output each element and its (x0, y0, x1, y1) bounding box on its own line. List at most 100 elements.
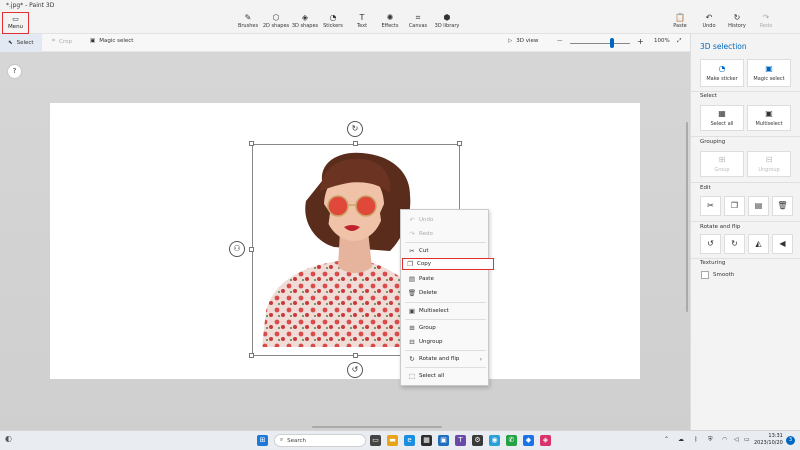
edge-browser-icon[interactable]: e (404, 435, 415, 446)
group-label: Group (714, 167, 730, 173)
resize-handle-bottom-left[interactable] (249, 353, 254, 358)
flip-horizontal-button[interactable]: ◭ (748, 234, 769, 254)
context-copy[interactable]: ❐ Copy (402, 258, 494, 270)
zoom-in-icon[interactable]: + (637, 37, 644, 46)
magic-select-tool[interactable]: ▣ Magic select (90, 38, 133, 44)
taskbar-search[interactable]: ⌕ Search (274, 434, 366, 447)
3d-rotate-icon[interactable]: ⚇ (229, 241, 245, 257)
task-view-icon[interactable]: ▭ (370, 435, 381, 446)
brush-icon: ✎ (244, 13, 252, 22)
context-item-label: Group (419, 325, 436, 331)
zoom-slider-thumb[interactable] (610, 38, 614, 48)
widgets-icon[interactable]: ◐ (5, 434, 12, 443)
context-menu: ↶ Undo ↷ Redo ✂ Cut ❐ Copy ▤ Paste 🗑 Del… (400, 209, 494, 386)
maps-icon[interactable]: ◆ (523, 435, 534, 446)
context-paste[interactable]: ▤ Paste (405, 273, 486, 285)
clock[interactable]: 13:31 2023/10/20 (754, 433, 783, 447)
wifi-icon[interactable]: ◠ (722, 436, 727, 443)
ungroup-label: Ungroup (758, 167, 780, 173)
group-icon: ⊞ (409, 324, 415, 332)
paint-3d-icon[interactable]: ◈ (540, 435, 551, 446)
flip-vertical-button[interactable]: ◀ (772, 234, 793, 254)
speaker-icon[interactable]: ◁ (734, 436, 739, 443)
tool-label: Canvas (408, 23, 428, 29)
multiselect-button[interactable]: ▣ Multiselect (747, 105, 791, 131)
file-explorer-icon[interactable]: ▬ (387, 435, 398, 446)
rotate-icon[interactable]: ↻ (347, 121, 363, 137)
redo-button[interactable]: ↷ Redo (748, 13, 784, 33)
copy-button[interactable]: ❐ (724, 196, 745, 216)
photos-icon[interactable]: ▣ (438, 435, 449, 446)
chrome-icon[interactable]: ◉ (489, 435, 500, 446)
resize-handle-top[interactable] (353, 141, 358, 146)
select-all-icon: ▦ (718, 109, 726, 118)
teams-icon[interactable]: T (455, 435, 466, 446)
crop-tool[interactable]: ⌗ Crop (52, 38, 72, 45)
select-all-icon: ⬚ (408, 372, 416, 380)
search-placeholder: Search (287, 437, 306, 444)
rotate-left-button[interactable]: ↺ (700, 234, 721, 254)
effects-icon: ✺ (386, 13, 394, 22)
security-icon[interactable]: ⛨ (708, 436, 713, 444)
tool-label: Effects (381, 23, 399, 29)
context-delete[interactable]: 🗑 Delete (405, 287, 486, 299)
menu-label: Menu (7, 24, 24, 30)
bluetooth-icon[interactable]: ᛒ (694, 436, 698, 443)
resize-handle-left[interactable] (249, 247, 254, 252)
context-undo[interactable]: ↶ Undo (405, 214, 486, 226)
multiselect-label: Multiselect (755, 121, 783, 127)
resize-handle-top-right[interactable] (457, 141, 462, 146)
horizontal-scrollbar[interactable] (312, 426, 442, 428)
rotate-right-icon: ↻ (731, 239, 738, 248)
chevron-up-icon[interactable]: ⌃ (664, 436, 669, 443)
3d-view-toggle[interactable]: ▷ 3D view (508, 38, 538, 44)
group-icon: ⊞ (718, 155, 726, 164)
resize-handle-bottom[interactable] (353, 353, 358, 358)
settings-gear-icon[interactable]: ⚙ (472, 435, 483, 446)
smooth-checkbox[interactable] (701, 271, 709, 279)
magic-select-button[interactable]: ▣ Magic select (747, 59, 791, 87)
select-all-button[interactable]: ▦ Select all (700, 105, 744, 131)
ungroup-button[interactable]: ⊟ Ungroup (747, 151, 791, 177)
crop-icon: ⌗ (52, 38, 56, 44)
make-sticker-button[interactable]: ◔ Make sticker (700, 59, 744, 87)
help-icon[interactable]: ? (7, 64, 22, 79)
battery-icon[interactable]: ▭ (744, 436, 750, 443)
windows-start-icon[interactable]: ⊞ (257, 435, 268, 446)
clock-date: 2023/10/20 (754, 440, 783, 446)
cut-button[interactable]: ✂ (700, 196, 721, 216)
context-rotate-and-flip[interactable]: ↻ Rotate and flip › (405, 353, 486, 365)
store-icon[interactable]: ▦ (421, 435, 432, 446)
paste-button[interactable]: ▤ (748, 196, 769, 216)
notification-badge[interactable]: 3 (786, 436, 795, 445)
undo-icon: ↶ (409, 216, 415, 224)
tool-label: Undo (702, 23, 716, 29)
rotate-bottom-icon[interactable]: ↺ (347, 362, 363, 378)
undo-icon: ↶ (705, 13, 713, 22)
select-tool[interactable]: ⬉ Select (0, 34, 42, 52)
context-redo[interactable]: ↷ Redo (405, 228, 486, 240)
taskbar: ◐ ⊞ ⌕ Search ▭ ▬ e ▦ ▣ T ⚙ ◉ ✆ ◆ ◈ ⌃ ☁ ᛒ… (0, 430, 800, 450)
select-heading: Select (700, 93, 717, 99)
onedrive-icon[interactable]: ☁ (678, 436, 684, 443)
zoom-slider-track[interactable] (570, 43, 630, 44)
flip-vertical-icon: ◀ (779, 239, 786, 248)
context-ungroup[interactable]: ⊟ Ungroup (405, 336, 486, 348)
zoom-out-icon[interactable]: — (557, 38, 563, 44)
tool-label: Redo (759, 23, 773, 29)
vertical-scrollbar[interactable] (686, 122, 688, 312)
fit-to-screen-icon[interactable]: ⤢ (677, 38, 681, 45)
group-button[interactable]: ⊞ Group (700, 151, 744, 177)
line-app-icon[interactable]: ✆ (506, 435, 517, 446)
context-select-all[interactable]: ⬚ Select all (405, 370, 486, 382)
tool-3d-library[interactable]: ⬢ 3D library (429, 13, 465, 33)
3d-view-label: 3D view (516, 38, 539, 44)
menu-button[interactable]: ▭ Menu (2, 12, 29, 34)
context-multiselect[interactable]: ▣ Multiselect (405, 305, 486, 317)
edit-heading: Edit (700, 185, 711, 191)
context-group[interactable]: ⊞ Group (405, 322, 486, 334)
delete-button[interactable]: 🗑 (772, 196, 793, 216)
resize-handle-top-left[interactable] (249, 141, 254, 146)
context-cut[interactable]: ✂ Cut (405, 245, 486, 257)
rotate-right-button[interactable]: ↻ (724, 234, 745, 254)
